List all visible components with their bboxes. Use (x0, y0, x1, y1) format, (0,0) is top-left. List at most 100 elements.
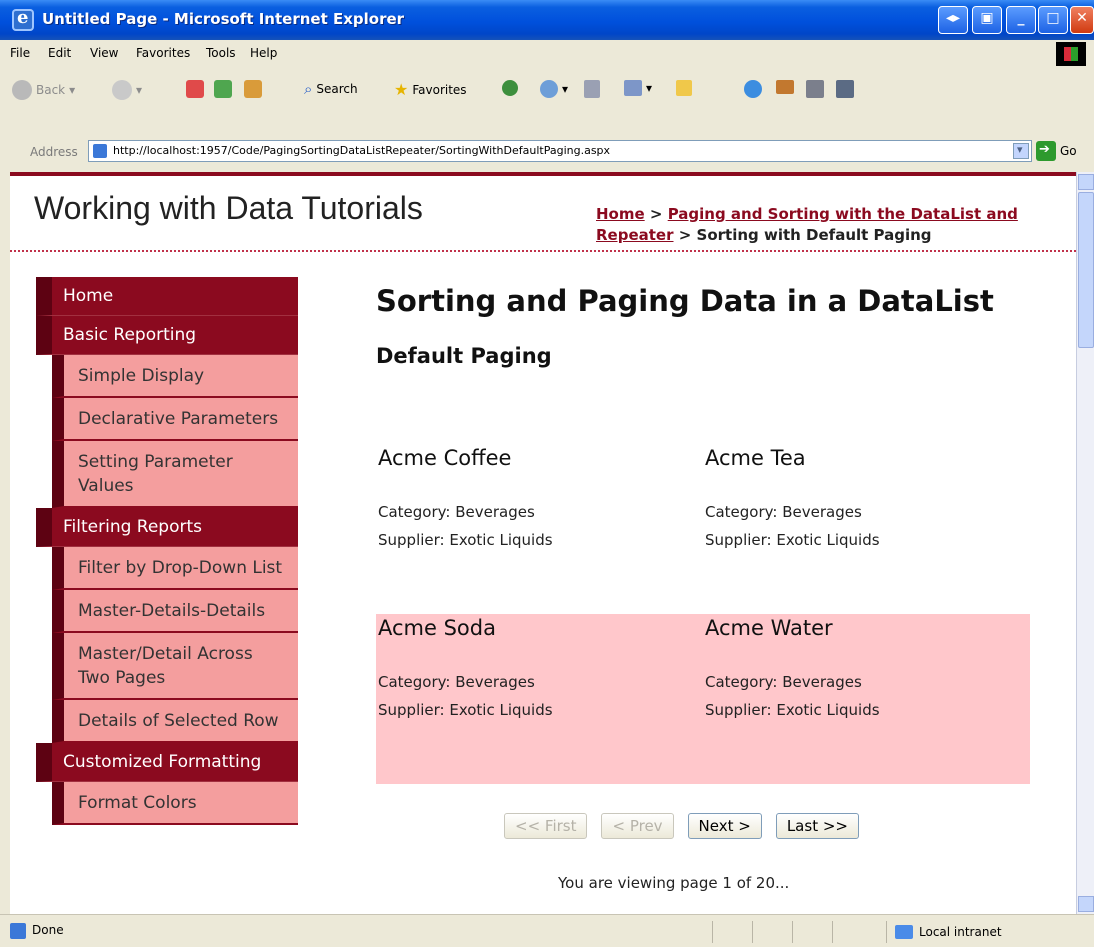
breadcrumb-home-link[interactable]: Home (596, 205, 645, 223)
mail-icon (584, 80, 600, 98)
address-input[interactable]: http://localhost:1957/Code/PagingSorting… (88, 140, 1032, 162)
close-button[interactable]: ✕ (1070, 6, 1094, 34)
sidebar-item-filter-by-dropdown[interactable]: Filter by Drop-Down List (52, 547, 298, 590)
pager: << First < Prev Next > Last >> (504, 813, 859, 839)
sidebar-menu: Home Basic Reporting Simple Display Decl… (36, 277, 298, 825)
globe-icon (744, 80, 762, 98)
sidebar-item-filtering-reports[interactable]: Filtering Reports (36, 508, 298, 547)
status-text: Done (32, 923, 64, 937)
sidebar-item-basic-reporting[interactable]: Basic Reporting (36, 316, 298, 355)
forward-arrow-icon (112, 80, 132, 100)
scroll-up-button[interactable] (1078, 174, 1094, 190)
menu-file[interactable]: File (10, 46, 30, 60)
tile-window-button[interactable]: ▣ (972, 6, 1002, 34)
title-bar: Untitled Page - Microsoft Internet Explo… (0, 0, 1094, 40)
product-category: Category: Beverages (705, 503, 862, 521)
refresh-icon (214, 80, 232, 98)
maximize-button[interactable]: □ (1038, 6, 1068, 34)
edit-button[interactable]: ▾ (624, 80, 652, 96)
sidebar-item-format-colors[interactable]: Format Colors (52, 782, 298, 825)
menu-help[interactable]: Help (250, 46, 277, 60)
stop-button[interactable] (186, 80, 204, 98)
sidebar-item-declarative-parameters[interactable]: Declarative Parameters (52, 398, 298, 441)
address-url: http://localhost:1957/Code/PagingSorting… (113, 144, 611, 157)
research-button[interactable] (776, 80, 794, 94)
product-category: Category: Beverages (378, 503, 535, 521)
windows-logo-icon (1056, 42, 1086, 66)
vertical-scrollbar[interactable] (1076, 172, 1094, 914)
product-name: Acme Coffee (378, 446, 512, 470)
menu-tools[interactable]: Tools (206, 46, 236, 60)
sidebar-item-details-selected-row[interactable]: Details of Selected Row (52, 700, 298, 743)
sidebar-item-customized-formatting[interactable]: Customized Formatting (36, 743, 298, 782)
home-icon (244, 80, 262, 98)
go-button[interactable]: Go (1036, 141, 1077, 161)
address-label: Address (30, 145, 78, 159)
page-done-icon (10, 923, 26, 939)
search-label: Search (316, 82, 358, 96)
back-button[interactable]: Back ▾ (12, 80, 75, 100)
messenger-button[interactable] (744, 80, 762, 98)
sidebar-item-home[interactable]: Home (36, 277, 298, 316)
product-name: Acme Tea (705, 446, 806, 470)
product-supplier: Supplier: Exotic Liquids (705, 531, 880, 549)
scroll-down-button[interactable] (1078, 896, 1094, 912)
address-dropdown-button[interactable] (1013, 143, 1029, 159)
window-title: Untitled Page - Microsoft Internet Explo… (42, 10, 405, 28)
media-icon (502, 80, 518, 96)
search-button[interactable]: ⌕ Search (304, 80, 358, 98)
product-name: Acme Soda (378, 616, 496, 640)
grid-button[interactable] (836, 80, 854, 98)
back-label: Back (36, 83, 66, 97)
toolbar: Back ▾ ▾ ⌕ Search ★ Favorites ▾ ▾ (0, 68, 1094, 113)
search-icon: ⌕ (304, 80, 313, 98)
status-bar: Done Local intranet (0, 914, 1094, 947)
sidebar-item-master-detail-two-pages[interactable]: Master/Detail Across Two Pages (52, 633, 298, 700)
product-category: Category: Beverages (378, 673, 535, 691)
extra-window-button[interactable]: ◂▸ (938, 6, 968, 34)
favorites-button[interactable]: ★ Favorites (394, 80, 467, 99)
first-page-button[interactable]: << First (504, 813, 588, 839)
history-button[interactable]: ▾ (540, 80, 568, 98)
zone-label: Local intranet (919, 925, 1002, 939)
folder-icon (676, 80, 692, 96)
scroll-thumb[interactable] (1078, 192, 1094, 348)
minimize-button[interactable]: _ (1006, 6, 1036, 34)
security-zone: Local intranet (886, 921, 1094, 943)
tools-icon (806, 80, 824, 98)
discuss-button[interactable] (676, 80, 692, 96)
grid-icon (836, 80, 854, 98)
section-heading: Default Paging (376, 344, 552, 368)
breadcrumb: Home > Paging and Sorting with the DataL… (596, 204, 1066, 246)
mail-button[interactable] (584, 80, 600, 98)
last-page-button[interactable]: Last >> (775, 813, 859, 839)
page-viewport: Working with Data Tutorials Home > Pagin… (10, 172, 1076, 918)
forward-button[interactable]: ▾ (112, 80, 142, 100)
menu-bar: File Edit View Favorites Tools Help (0, 40, 1094, 69)
breadcrumb-separator: > (644, 205, 668, 223)
menu-view[interactable]: View (90, 46, 118, 60)
media-button[interactable] (502, 80, 518, 96)
product-card: Acme Water Category: Beverages Supplier:… (705, 616, 1005, 724)
star-icon: ★ (394, 80, 409, 99)
site-title: Working with Data Tutorials (34, 190, 423, 226)
status-divider (832, 921, 833, 943)
product-name: Acme Water (705, 616, 833, 640)
product-card: Acme Coffee Category: Beverages Supplier… (378, 446, 678, 554)
menu-favorites[interactable]: Favorites (136, 46, 190, 60)
go-label: Go (1060, 144, 1077, 158)
sidebar-item-master-details-details[interactable]: Master-Details-Details (52, 590, 298, 633)
sidebar-item-setting-parameter-values[interactable]: Setting Parameter Values (52, 441, 298, 508)
address-bar: Address http://localhost:1957/Code/Pagin… (0, 112, 1094, 172)
product-supplier: Supplier: Exotic Liquids (378, 531, 553, 549)
status-divider (792, 921, 793, 943)
intranet-icon (895, 925, 913, 939)
menu-edit[interactable]: Edit (48, 46, 71, 60)
home-button[interactable] (244, 80, 262, 98)
sidebar-item-simple-display[interactable]: Simple Display (52, 355, 298, 398)
prev-page-button[interactable]: < Prev (601, 813, 674, 839)
refresh-button[interactable] (214, 80, 232, 98)
next-page-button[interactable]: Next > (687, 813, 762, 839)
stop-icon (186, 80, 204, 98)
tools-button[interactable] (806, 80, 824, 98)
